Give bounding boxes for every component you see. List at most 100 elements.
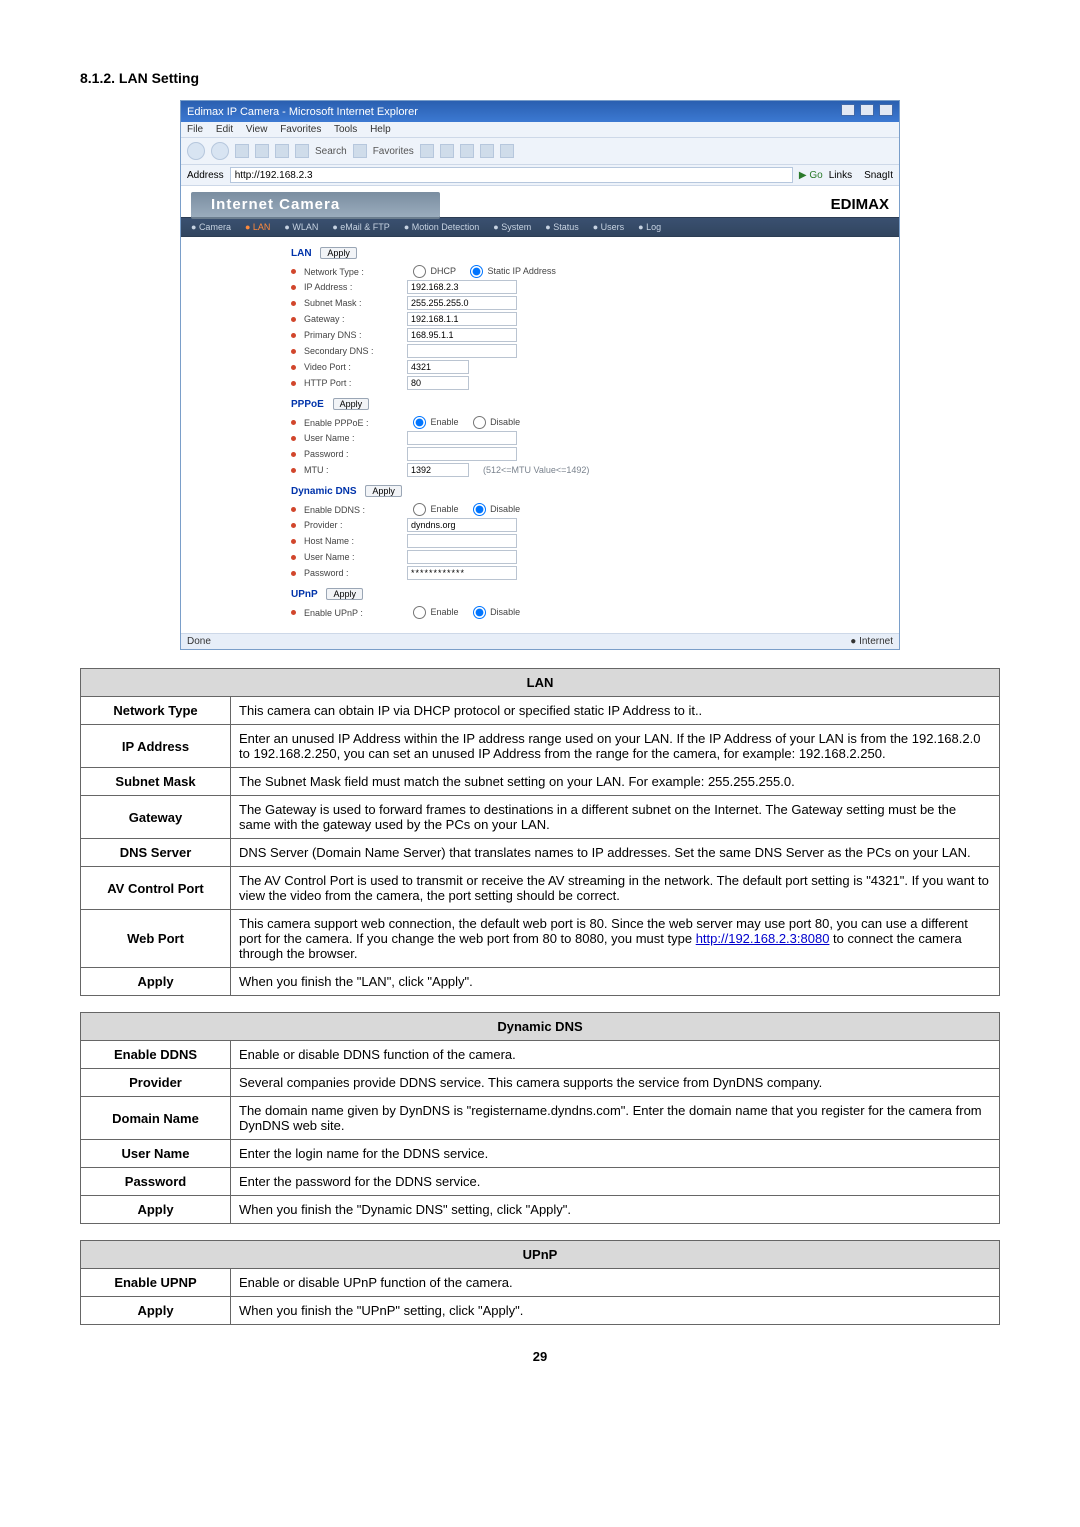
row-label: Subnet Mask — [81, 768, 231, 796]
input-sdns[interactable] — [407, 344, 517, 358]
lbl-mask: Subnet Mask : — [304, 298, 399, 308]
apply-upnp-button[interactable]: Apply — [326, 588, 363, 600]
radio-ddns-disable[interactable]: Disable — [467, 503, 521, 516]
forward-icon[interactable] — [211, 142, 229, 160]
input-pppoe-user[interactable] — [407, 431, 517, 445]
input-pppoe-pass[interactable] — [407, 447, 517, 461]
lbl-vport: Video Port : — [304, 362, 399, 372]
window-titlebar: Edimax IP Camera - Microsoft Internet Ex… — [181, 101, 899, 122]
input-ddns-user[interactable] — [407, 550, 517, 564]
tab-email[interactable]: ● eMail & FTP — [332, 222, 389, 232]
radio-upnp-disable[interactable]: Disable — [467, 606, 521, 619]
input-vport[interactable] — [407, 360, 469, 374]
row-desc: The domain name given by DynDNS is "regi… — [231, 1097, 1000, 1140]
radio-pppoe-enable[interactable]: Enable — [407, 416, 459, 429]
menu-edit[interactable]: Edit — [216, 124, 233, 135]
tab-lan[interactable]: ● LAN — [245, 222, 270, 232]
lbl-host: Host Name : — [304, 536, 399, 546]
row-label: Enable DDNS — [81, 1041, 231, 1069]
maximize-icon[interactable] — [860, 104, 874, 116]
print-icon[interactable] — [480, 144, 494, 158]
tab-camera[interactable]: ● Camera — [191, 222, 231, 232]
minimize-icon[interactable] — [841, 104, 855, 116]
row-desc: Enable or disable UPnP function of the c… — [231, 1269, 1000, 1297]
toolbar-search-label[interactable]: Search — [315, 146, 347, 157]
lbl-mtu: MTU : — [304, 465, 399, 475]
edit-icon[interactable] — [500, 144, 514, 158]
search-icon[interactable] — [295, 144, 309, 158]
lbl-ip: IP Address : — [304, 282, 399, 292]
input-host[interactable] — [407, 534, 517, 548]
back-icon[interactable] — [187, 142, 205, 160]
row-desc: When you finish the "UPnP" setting, clic… — [231, 1297, 1000, 1325]
stop-icon[interactable] — [235, 144, 249, 158]
lbl-provider: Provider : — [304, 520, 399, 530]
refresh-icon[interactable] — [255, 144, 269, 158]
row-desc: Enter the password for the DDNS service. — [231, 1168, 1000, 1196]
section-heading: 8.1.2. LAN Setting — [80, 70, 1000, 86]
row-desc: The AV Control Port is used to transmit … — [231, 867, 1000, 910]
close-icon[interactable] — [879, 104, 893, 116]
input-mask[interactable] — [407, 296, 517, 310]
go-button[interactable]: ▶ Go — [799, 170, 823, 181]
history-icon[interactable] — [440, 144, 454, 158]
input-ddns-pass[interactable] — [407, 566, 517, 580]
input-mtu[interactable] — [407, 463, 469, 477]
menu-favorites[interactable]: Favorites — [280, 124, 321, 135]
mail-icon[interactable] — [460, 144, 474, 158]
radio-dhcp[interactable]: DHCP — [407, 265, 456, 278]
group-pppoe-title: PPPoE — [291, 399, 324, 410]
tab-wlan[interactable]: ● WLAN — [284, 222, 318, 232]
menu-tools[interactable]: Tools — [334, 124, 357, 135]
menu-help[interactable]: Help — [370, 124, 391, 135]
input-ip[interactable] — [407, 280, 517, 294]
radio-pppoe-disable[interactable]: Disable — [467, 416, 521, 429]
menu-bar[interactable]: File Edit View Favorites Tools Help — [181, 122, 899, 138]
table-upnp: UPnP Enable UPNPEnable or disable UPnP f… — [80, 1240, 1000, 1325]
product-title: Internet Camera — [191, 192, 440, 217]
apply-lan-button[interactable]: Apply — [320, 247, 357, 259]
lbl-pppoe-enable: Enable PPPoE : — [304, 418, 399, 428]
table-upnp-header: UPnP — [81, 1241, 1000, 1269]
tab-motion[interactable]: ● Motion Detection — [404, 222, 479, 232]
row-desc: The Gateway is used to forward frames to… — [231, 796, 1000, 839]
media-icon[interactable] — [420, 144, 434, 158]
row-desc: This camera can obtain IP via DHCP proto… — [231, 697, 1000, 725]
row-label: Domain Name — [81, 1097, 231, 1140]
links-label[interactable]: Links — [829, 170, 852, 181]
input-gateway[interactable] — [407, 312, 517, 326]
address-input[interactable] — [230, 167, 793, 183]
nav-tabs[interactable]: ● Camera ● LAN ● WLAN ● eMail & FTP ● Mo… — [181, 217, 899, 237]
snagit-label[interactable]: SnagIt — [864, 170, 893, 181]
favorites-icon[interactable] — [353, 144, 367, 158]
input-hport[interactable] — [407, 376, 469, 390]
menu-view[interactable]: View — [246, 124, 268, 135]
status-done: Done — [187, 636, 211, 647]
input-pdns[interactable] — [407, 328, 517, 342]
radio-static[interactable]: Static IP Address — [464, 265, 556, 278]
window-controls[interactable] — [839, 104, 893, 119]
row-label: Apply — [81, 968, 231, 996]
lbl-pppoe-user: User Name : — [304, 433, 399, 443]
apply-ddns-button[interactable]: Apply — [365, 485, 402, 497]
menu-file[interactable]: File — [187, 124, 203, 135]
input-provider[interactable] — [407, 518, 517, 532]
link-example-url[interactable]: http://192.168.2.3:8080 — [696, 931, 830, 946]
row-desc: DNS Server (Domain Name Server) that tra… — [231, 839, 1000, 867]
toolbar-favorites-label[interactable]: Favorites — [373, 146, 414, 157]
apply-pppoe-button[interactable]: Apply — [333, 398, 370, 410]
row-label: IP Address — [81, 725, 231, 768]
home-icon[interactable] — [275, 144, 289, 158]
row-label: AV Control Port — [81, 867, 231, 910]
group-pppoe: PPPoE Apply Enable PPPoE : Enable Disabl… — [291, 398, 869, 477]
row-desc: Several companies provide DDNS service. … — [231, 1069, 1000, 1097]
lbl-pppoe-pass: Password : — [304, 449, 399, 459]
tab-users[interactable]: ● Users — [593, 222, 624, 232]
radio-upnp-enable[interactable]: Enable — [407, 606, 459, 619]
tab-system[interactable]: ● System — [493, 222, 531, 232]
tab-status[interactable]: ● Status — [545, 222, 578, 232]
tab-log[interactable]: ● Log — [638, 222, 661, 232]
group-upnp: UPnP Apply Enable UPnP : Enable Disable — [291, 588, 869, 619]
lbl-pdns: Primary DNS : — [304, 330, 399, 340]
radio-ddns-enable[interactable]: Enable — [407, 503, 459, 516]
